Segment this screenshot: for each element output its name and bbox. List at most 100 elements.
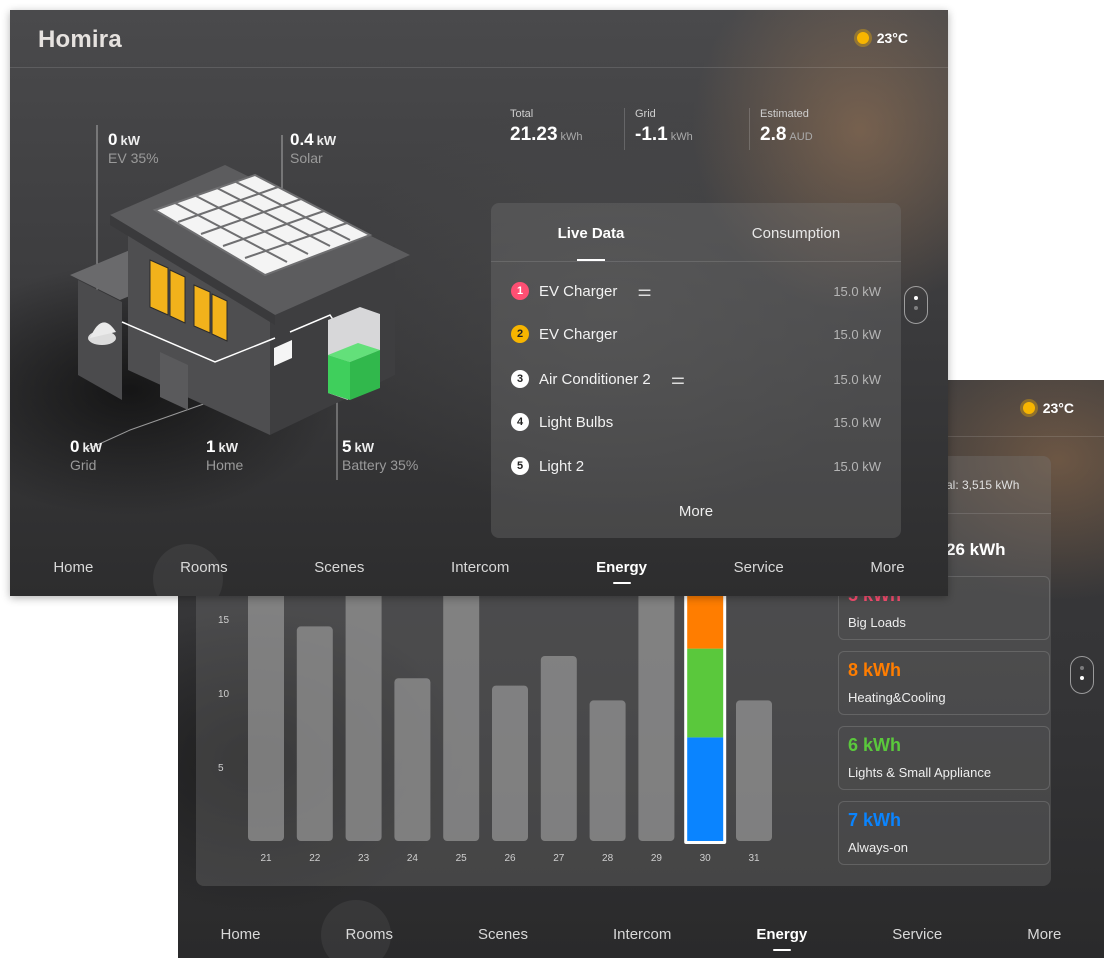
header-divider <box>10 67 948 68</box>
tab-live-data[interactable]: Live Data <box>531 225 651 242</box>
bar[interactable] <box>540 656 577 841</box>
card-heating-cooling[interactable]: 8 kWh Heating&Cooling <box>838 651 1050 715</box>
sun-icon <box>856 32 869 44</box>
y-tick-label: 5 <box>218 763 224 774</box>
bar[interactable] <box>296 626 333 841</box>
device-number-badge: 5 <box>511 457 529 475</box>
x-tick-label: 21 <box>260 853 272 864</box>
bar[interactable] <box>736 700 772 841</box>
device-row[interactable]: 5 Light 2 15.0 kW <box>511 457 901 475</box>
settings-sliders-icon[interactable]: ⚌ <box>671 369 685 389</box>
nav-home[interactable]: Home <box>53 559 93 576</box>
nav-intercom[interactable]: Intercom <box>451 559 509 576</box>
home-readout: 1 kW Home <box>206 437 243 473</box>
stat-unit: kWh <box>560 131 583 143</box>
card-label: Heating&Cooling <box>848 690 946 705</box>
device-number-badge: 4 <box>511 413 529 431</box>
x-tick-label: 31 <box>748 853 760 864</box>
app-logo: Homira <box>38 26 122 53</box>
bar[interactable] <box>589 700 626 841</box>
readout-label: Solar <box>290 150 323 166</box>
device-number-badge: 3 <box>511 370 529 388</box>
card-label: Always-on <box>848 840 908 855</box>
card-value: 8 kWh <box>848 660 902 680</box>
nav-scenes[interactable]: Scenes <box>478 926 528 943</box>
x-tick-label: 23 <box>358 853 370 864</box>
weather-widget: 23°C <box>856 30 908 46</box>
tab-consumption[interactable]: Consumption <box>721 225 871 242</box>
weather-widget: 23°C <box>1022 400 1074 416</box>
live-data-panel: Live Data Consumption 1 EV Charger ⚌ 15.… <box>491 203 901 538</box>
x-tick-label: 25 <box>456 853 468 864</box>
nav-scenes[interactable]: Scenes <box>314 559 364 576</box>
readout-value: 0.4 <box>290 130 314 149</box>
stat-label: Total <box>510 108 534 120</box>
readout-unit: kW <box>354 440 374 455</box>
readout-label: Home <box>206 457 244 473</box>
x-tick-label: 24 <box>407 853 419 864</box>
device-power: 15.0 kW <box>833 326 881 342</box>
card-always-on[interactable]: 7 kWh Always-on <box>838 801 1050 865</box>
device-power: 15.0 kW <box>833 458 881 474</box>
y-tick-label: 15 <box>218 615 230 626</box>
more-button[interactable]: More <box>491 503 901 520</box>
scroll-dot <box>914 306 918 310</box>
bar[interactable] <box>345 567 382 841</box>
stat-value: -1.1 <box>635 124 668 145</box>
nav-more[interactable]: More <box>870 559 904 576</box>
readout-value: 0 <box>70 437 80 456</box>
nav-service[interactable]: Service <box>892 926 942 943</box>
bar-segment[interactable] <box>687 737 724 841</box>
device-name: EV Charger <box>539 325 618 343</box>
device-row[interactable]: 2 EV Charger 15.0 kW <box>511 325 901 343</box>
settings-sliders-icon[interactable]: ⚌ <box>637 281 651 301</box>
readout-value: 5 <box>342 437 352 456</box>
readout-label: Battery 35% <box>342 457 419 473</box>
summary-divider <box>946 513 1051 514</box>
readout-value: 0 <box>108 130 118 149</box>
bar[interactable] <box>492 685 528 841</box>
bar[interactable] <box>248 582 284 841</box>
bar[interactable] <box>394 678 431 841</box>
nav-home[interactable]: Home <box>220 926 260 943</box>
stat-estimated: Estimated 2.8 AUD <box>760 108 813 146</box>
nav-energy[interactable]: Energy <box>756 926 807 951</box>
total-consumption: al: 3,515 kWh <box>946 478 1020 492</box>
readout-unit: kW <box>218 440 238 455</box>
device-row[interactable]: 3 Air Conditioner 2 ⚌ 15.0 kW <box>511 369 901 389</box>
readout-unit: kW <box>120 133 140 148</box>
card-lights-small-appliance[interactable]: 6 kWh Lights & Small Appliance <box>838 726 1050 790</box>
device-row[interactable]: 4 Light Bulbs 15.0 kW <box>511 413 901 431</box>
scroll-indicator[interactable] <box>904 286 928 324</box>
stat-unit: AUD <box>789 131 813 143</box>
stat-divider <box>624 108 625 150</box>
battery-readout: 5 kW Battery 35% <box>342 437 418 473</box>
stat-grid: Grid -1.1 kWh <box>635 108 693 146</box>
house-illustration <box>70 125 410 480</box>
scroll-indicator[interactable] <box>1070 656 1094 694</box>
readout-unit: kW <box>82 440 102 455</box>
device-name: EV Charger <box>539 282 618 300</box>
nav-more[interactable]: More <box>1027 926 1061 943</box>
device-name: Light Bulbs <box>539 413 614 431</box>
stat-label: Grid <box>635 108 656 120</box>
stat-divider <box>749 108 750 150</box>
bar-segment[interactable] <box>687 648 724 738</box>
tab-divider <box>491 261 901 262</box>
nav-intercom[interactable]: Intercom <box>613 926 671 943</box>
nav-energy[interactable]: Energy <box>596 559 647 584</box>
nav-rooms[interactable]: Rooms <box>180 559 228 576</box>
card-label: Lights & Small Appliance <box>848 765 992 780</box>
stat-total: Total 21.23 kWh <box>510 108 583 146</box>
bar[interactable] <box>443 559 480 841</box>
y-tick-label: 10 <box>218 689 230 700</box>
stat-unit: kWh <box>670 131 693 143</box>
temperature: 23°C <box>876 30 908 46</box>
nav-service[interactable]: Service <box>734 559 784 576</box>
device-power: 15.0 kW <box>833 414 881 430</box>
scroll-dot <box>1080 666 1084 670</box>
solar-readout: 0.4 kW Solar <box>290 130 336 166</box>
bar[interactable] <box>638 582 675 841</box>
device-row[interactable]: 1 EV Charger ⚌ 15.0 kW <box>511 281 901 301</box>
x-tick-label: 26 <box>504 853 516 864</box>
